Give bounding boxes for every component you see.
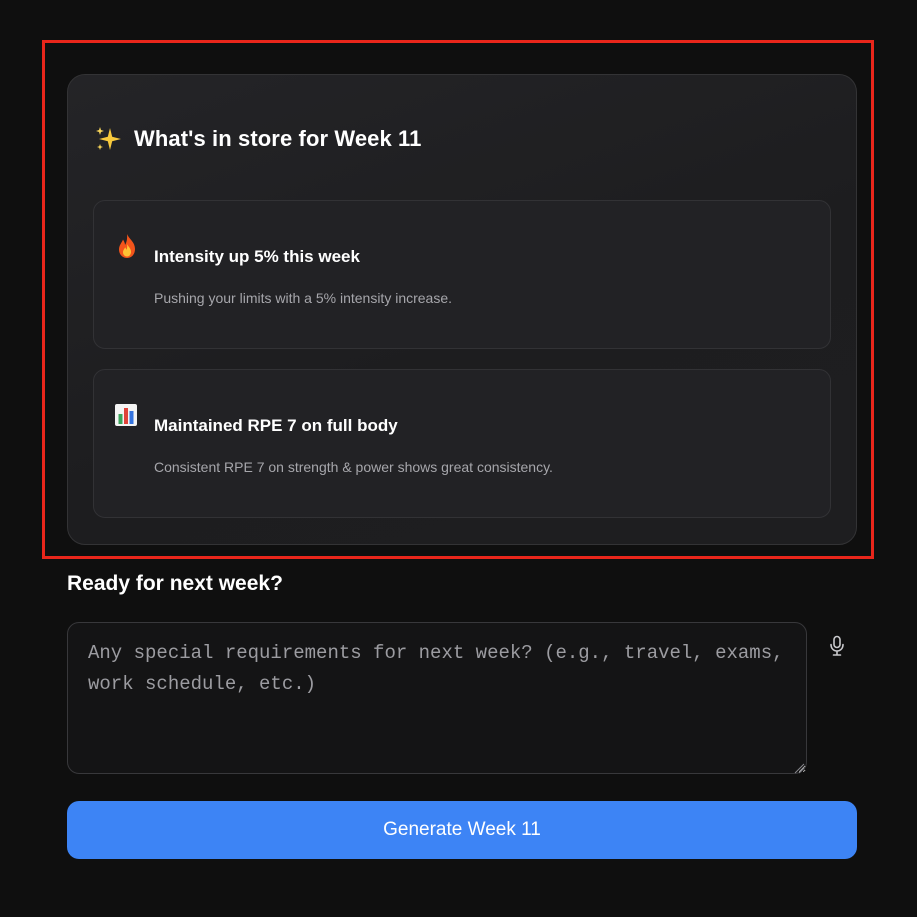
insight-description: Consistent RPE 7 on strength & power sho… (154, 459, 553, 475)
generate-week-button[interactable]: Generate Week 11 (67, 801, 857, 859)
week-preview-card: What's in store for Week 11 Intensity up… (67, 74, 857, 545)
app-root: What's in store for Week 11 Intensity up… (0, 0, 917, 917)
microphone-icon[interactable] (824, 632, 850, 660)
sparkles-icon (94, 125, 122, 153)
next-week-heading: Ready for next week? (67, 572, 283, 595)
preview-header: What's in store for Week 11 (94, 125, 422, 153)
insight-description: Pushing your limits with a 5% intensity … (154, 290, 453, 306)
fire-icon (114, 232, 140, 260)
insight-title: Maintained RPE 7 on full body (154, 416, 398, 435)
preview-title: What's in store for Week 11 (134, 126, 422, 151)
requirements-textarea[interactable] (67, 622, 807, 774)
insight-title: Intensity up 5% this week (154, 247, 360, 266)
bar-chart-icon (114, 401, 140, 429)
insight-card-intensity: Intensity up 5% this week Pushing your l… (93, 200, 831, 349)
insight-card-rpe: Maintained RPE 7 on full body Consistent… (93, 369, 831, 518)
